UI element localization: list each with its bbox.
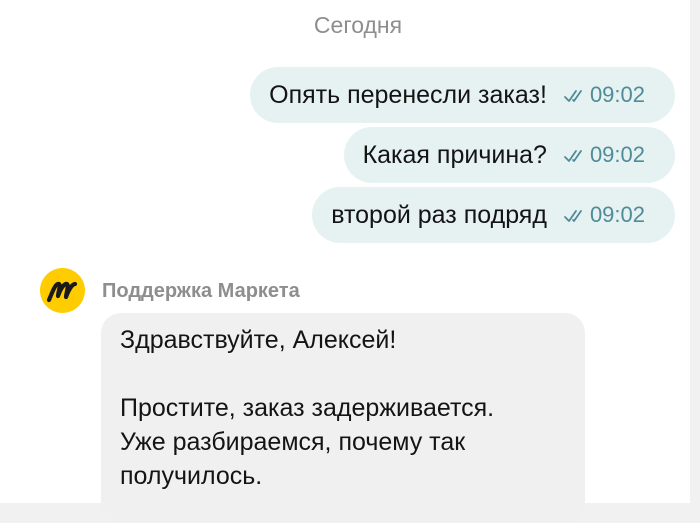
outgoing-message[interactable]: Опять перенесли заказ! 09:02 <box>250 67 675 123</box>
message-line: Простите, заказ задерживается. <box>120 394 495 422</box>
yandex-market-logo-icon <box>46 281 77 302</box>
message-time: 09:02 <box>589 142 645 167</box>
double-check-icon <box>564 150 582 162</box>
outgoing-message[interactable]: Какая причина? 09:02 <box>343 127 675 183</box>
message-text: второй раз подряд <box>331 200 547 229</box>
message-text: Какая причина? <box>362 140 547 169</box>
double-check-icon <box>564 210 582 222</box>
support-avatar[interactable] <box>40 268 85 313</box>
message-meta: 09:02 <box>563 82 645 108</box>
message-text: Опять перенесли заказ! <box>269 80 547 109</box>
message-line: Здравствуйте, Алексей! <box>120 326 397 354</box>
message-meta: 09:02 <box>563 142 645 168</box>
chat-panel: Сегодня Опять перенесли заказ! 09:02 Как… <box>0 0 690 523</box>
date-separator: Сегодня <box>313 12 403 38</box>
message-line: получилось. <box>120 462 263 490</box>
message-line: Уже разбираемся, почему так <box>120 428 466 456</box>
message-meta: 09:02 <box>563 202 645 228</box>
incoming-message[interactable]: Здравствуйте, Алексей! Простите, заказ з… <box>101 313 585 523</box>
outgoing-message[interactable]: второй раз подряд 09:02 <box>312 187 675 243</box>
sender-name: Поддержка Маркета <box>102 280 300 302</box>
message-time: 09:02 <box>589 82 645 107</box>
double-check-icon <box>564 90 582 102</box>
message-time: 09:02 <box>589 202 645 227</box>
